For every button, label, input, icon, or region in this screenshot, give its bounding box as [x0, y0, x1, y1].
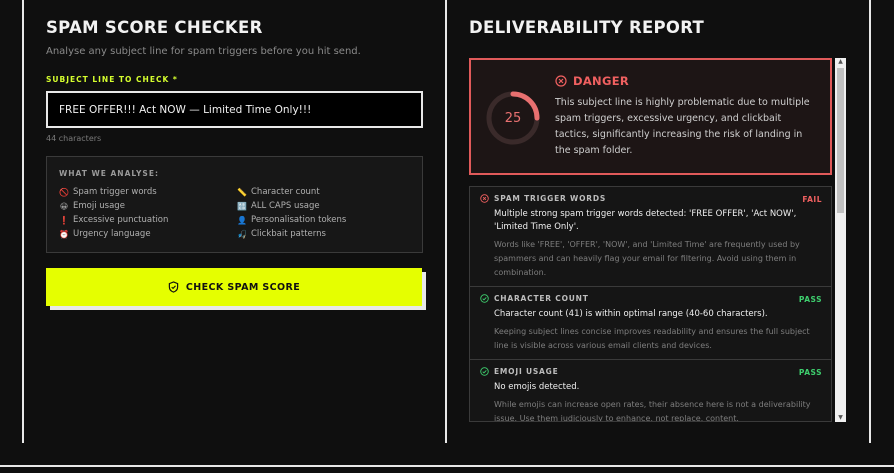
- analyse-item: 📏 Character count: [237, 187, 415, 197]
- character-count-text: 44 characters: [46, 134, 102, 143]
- result-item: CHARACTER COUNT PASS Character count (41) …: [470, 287, 831, 360]
- analyse-item: 🔠 ALL CAPS usage: [237, 201, 415, 211]
- analyse-title: WHAT WE ANALYSE:: [59, 169, 159, 178]
- analyse-item-label: Emoji usage: [73, 201, 125, 211]
- analyse-item-label: Urgency language: [73, 229, 151, 239]
- analyse-item: 🚫 Spam trigger words: [59, 187, 237, 197]
- right-frame-line: [869, 0, 871, 443]
- check-button-label: CHECK SPAM SCORE: [185, 281, 301, 293]
- scroll-down-arrow-icon[interactable]: ▼: [835, 414, 846, 422]
- caps-icon: 🔠: [237, 201, 247, 211]
- ruler-icon: 📏: [237, 187, 247, 197]
- analyse-item-label: Personalisation tokens: [251, 215, 347, 225]
- result-name: SPAM TRIGGER WORDS: [494, 194, 607, 203]
- person-icon: 👤: [237, 215, 247, 225]
- exclamation-icon: ❗: [59, 215, 69, 225]
- report-scrollbar[interactable]: ▲ ▼: [835, 58, 846, 422]
- fishing-icon: 🎣: [237, 229, 247, 239]
- check-button-wrap: CHECK SPAM SCORE: [46, 268, 426, 310]
- checker-subtitle: Analyse any subject line for spam trigge…: [46, 46, 361, 57]
- emoji-icon: 😀: [59, 201, 69, 211]
- check-circle-icon: [480, 294, 489, 303]
- analyse-item: 🎣 Clickbait patterns: [237, 229, 415, 239]
- bottom-frame-line: [0, 465, 894, 467]
- scroll-thumb[interactable]: [837, 68, 844, 213]
- check-spam-score-button[interactable]: CHECK SPAM SCORE: [46, 268, 422, 306]
- x-circle-icon: [480, 194, 489, 203]
- result-message: No emojis detected.: [494, 382, 580, 392]
- result-name: CHARACTER COUNT: [494, 294, 589, 303]
- result-status-badge: PASS: [798, 295, 822, 304]
- result-status-badge: FAIL: [802, 195, 822, 204]
- subject-line-label: SUBJECT LINE TO CHECK *: [46, 75, 178, 84]
- analyse-item: ⏰ Urgency language: [59, 229, 237, 239]
- score-value: 25: [504, 110, 522, 126]
- checker-title: SPAM SCORE CHECKER: [46, 18, 263, 37]
- result-note: Words like 'FREE', 'OFFER', 'NOW', and '…: [494, 240, 800, 277]
- scroll-up-arrow-icon[interactable]: ▲: [835, 58, 846, 66]
- left-frame-line: [22, 0, 24, 443]
- result-name: EMOJI USAGE: [494, 367, 559, 376]
- alarm-clock-icon: ⏰: [59, 229, 69, 239]
- no-entry-icon: 🚫: [59, 187, 69, 197]
- x-circle-icon: [555, 75, 567, 87]
- result-message: Multiple strong spam trigger words detec…: [494, 209, 797, 232]
- analyse-item: 👤 Personalisation tokens: [237, 215, 415, 225]
- analyse-item-label: ALL CAPS usage: [251, 201, 320, 211]
- analyse-item: 😀 Emoji usage: [59, 201, 237, 211]
- shield-icon: [168, 281, 179, 293]
- result-note: While emojis can increase open rates, th…: [494, 400, 811, 422]
- deliverability-report-panel: DELIVERABILITY REPORT 25 DANGER This sub…: [469, 18, 849, 422]
- results-list: SPAM TRIGGER WORDS FAIL Multiple strong sp…: [469, 186, 832, 422]
- result-item: SPAM TRIGGER WORDS FAIL Multiple strong sp…: [470, 187, 831, 287]
- result-item: EMOJI USAGE PASS No emojis detected. While …: [470, 360, 831, 422]
- subject-line-input[interactable]: [46, 91, 423, 128]
- analyse-item-label: Character count: [251, 187, 320, 197]
- verdict-header: DANGER: [555, 74, 629, 88]
- result-header: EMOJI USAGE: [480, 367, 822, 376]
- analyse-item-label: Excessive punctuation: [73, 215, 169, 225]
- verdict-description: This subject line is highly problematic …: [555, 97, 810, 156]
- score-card: 25 DANGER This subject line is highly pr…: [469, 58, 832, 175]
- result-message: Character count (41) is within optimal r…: [494, 309, 768, 319]
- analyse-item-label: Clickbait patterns: [251, 229, 326, 239]
- report-title: DELIVERABILITY REPORT: [469, 18, 705, 37]
- center-frame-line: [445, 0, 447, 443]
- analyse-item: ❗ Excessive punctuation: [59, 215, 237, 225]
- spam-checker-panel: SPAM SCORE CHECKER Analyse any subject l…: [46, 18, 426, 310]
- result-status-badge: PASS: [798, 368, 822, 377]
- verdict-label: DANGER: [573, 74, 630, 88]
- result-note: Keeping subject lines concise improves r…: [494, 327, 810, 350]
- result-header: SPAM TRIGGER WORDS: [480, 194, 822, 203]
- analyse-list: 🚫 Spam trigger words 📏 Character count 😀 Emoj…: [59, 187, 410, 239]
- check-circle-icon: [480, 367, 489, 376]
- analyse-item-label: Spam trigger words: [73, 187, 157, 197]
- result-header: CHARACTER COUNT: [480, 294, 822, 303]
- analyse-info-box: WHAT WE ANALYSE: 🚫 Spam trigger words 📏 Cha…: [46, 156, 423, 253]
